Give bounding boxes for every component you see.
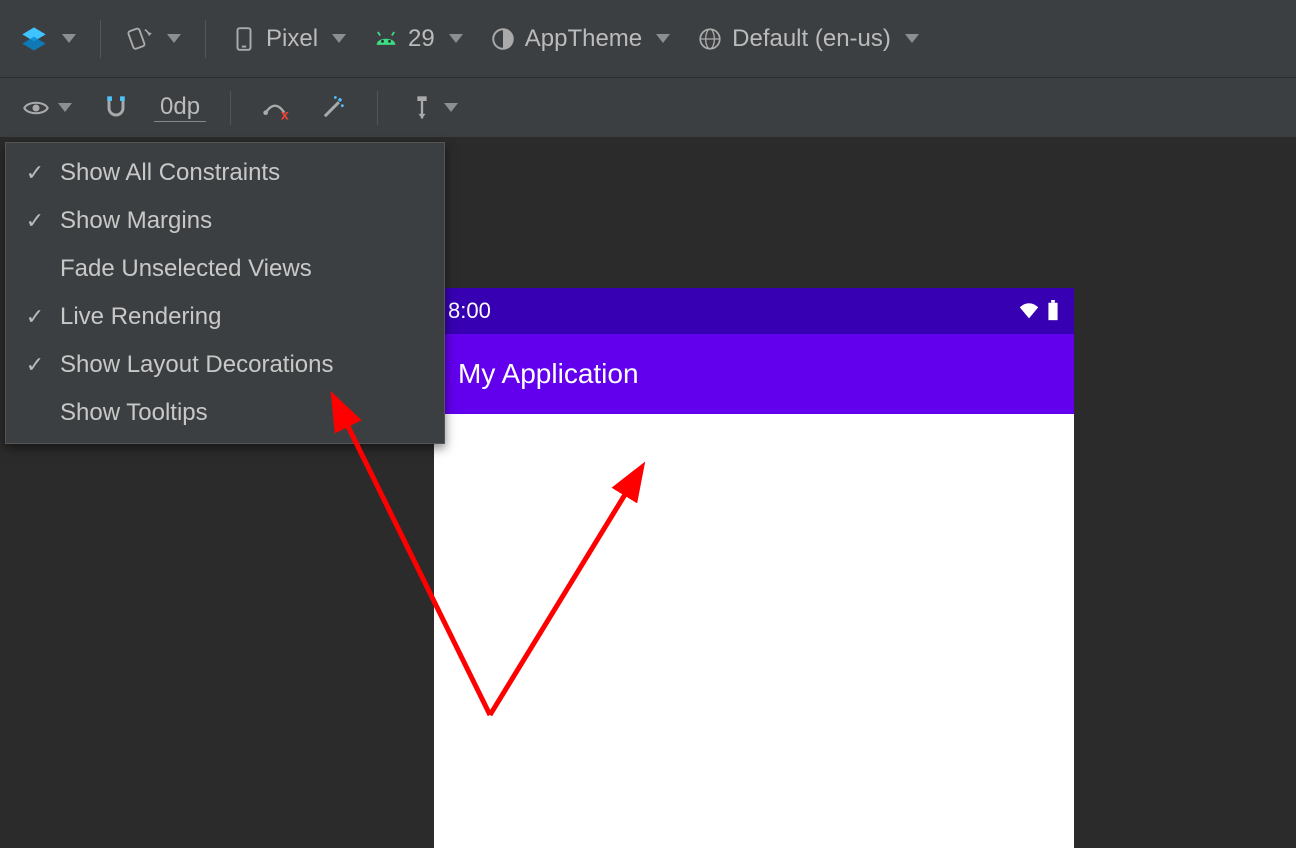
menu-label: Show Layout Decorations (60, 351, 334, 379)
chevron-down-icon (905, 34, 919, 43)
guideline-icon (408, 94, 436, 122)
app-title: My Application (458, 358, 639, 390)
view-options-menu: ✓ Show All Constraints ✓ Show Margins ✓ … (5, 142, 445, 444)
locale-label: Default (en-us) (732, 25, 891, 53)
chevron-down-icon (58, 103, 72, 112)
preview-app-bar: My Application (434, 334, 1074, 414)
menu-label: Show Margins (60, 207, 212, 235)
chevron-down-icon (62, 34, 76, 43)
api-label: 29 (408, 25, 435, 53)
infer-constraints-button[interactable] (313, 90, 353, 126)
android-icon (372, 25, 400, 53)
status-time: 8:00 (448, 298, 491, 324)
menu-show-all-constraints[interactable]: ✓ Show All Constraints (6, 149, 444, 197)
default-margin-input[interactable]: 0dp (154, 93, 206, 122)
menu-show-layout-decorations[interactable]: ✓ Show Layout Decorations (6, 341, 444, 389)
magic-wand-icon (319, 94, 347, 122)
device-selector[interactable]: Pixel (220, 19, 356, 59)
check-icon: ✓ (24, 306, 46, 328)
menu-fade-unselected-views[interactable]: ✓ Fade Unselected Views (6, 245, 444, 293)
device-label: Pixel (266, 25, 318, 53)
view-options-button[interactable] (16, 90, 78, 126)
chevron-down-icon (656, 34, 670, 43)
toolbar-separator (377, 91, 378, 125)
orientation-icon (125, 25, 153, 53)
menu-show-tooltips[interactable]: ✓ Show Tooltips (6, 389, 444, 437)
autoconnect-button[interactable] (96, 90, 136, 126)
check-icon: ✓ (24, 354, 46, 376)
chevron-down-icon (444, 103, 458, 112)
design-top-toolbar: Pixel 29 AppTheme Default (en-us) (0, 0, 1296, 78)
theme-icon (489, 25, 517, 53)
eye-icon (22, 94, 50, 122)
battery-icon (1046, 300, 1060, 322)
toolbar-separator (100, 20, 101, 58)
theme-label: AppTheme (525, 25, 642, 53)
menu-label: Show All Constraints (60, 159, 280, 187)
layers-icon (20, 25, 48, 53)
menu-label: Show Tooltips (60, 399, 208, 427)
svg-text:x: x (281, 106, 289, 122)
api-selector[interactable]: 29 (362, 19, 473, 59)
locale-selector[interactable]: Default (en-us) (686, 19, 929, 59)
menu-label: Live Rendering (60, 303, 221, 331)
theme-selector[interactable]: AppTheme (479, 19, 680, 59)
orientation-button[interactable] (115, 19, 191, 59)
toolbar-separator (205, 20, 206, 58)
menu-label: Fade Unselected Views (60, 255, 312, 283)
chevron-down-icon (449, 34, 463, 43)
clear-constraints-icon: x (261, 94, 289, 122)
wifi-icon (1018, 300, 1040, 322)
phone-icon (230, 25, 258, 53)
chevron-down-icon (167, 34, 181, 43)
toolbar-separator (230, 91, 231, 125)
clear-constraints-button[interactable]: x (255, 90, 295, 126)
device-preview[interactable]: 8:00 My Application (434, 288, 1074, 848)
design-second-toolbar: 0dp x (0, 78, 1296, 138)
magnet-icon (102, 94, 130, 122)
preview-status-bar: 8:00 (434, 288, 1074, 334)
design-surface-button[interactable] (10, 19, 86, 59)
menu-show-margins[interactable]: ✓ Show Margins (6, 197, 444, 245)
status-icons (1018, 300, 1060, 322)
chevron-down-icon (332, 34, 346, 43)
check-icon: ✓ (24, 162, 46, 184)
check-icon: ✓ (24, 210, 46, 232)
menu-live-rendering[interactable]: ✓ Live Rendering (6, 293, 444, 341)
guidelines-button[interactable] (402, 90, 464, 126)
globe-icon (696, 25, 724, 53)
